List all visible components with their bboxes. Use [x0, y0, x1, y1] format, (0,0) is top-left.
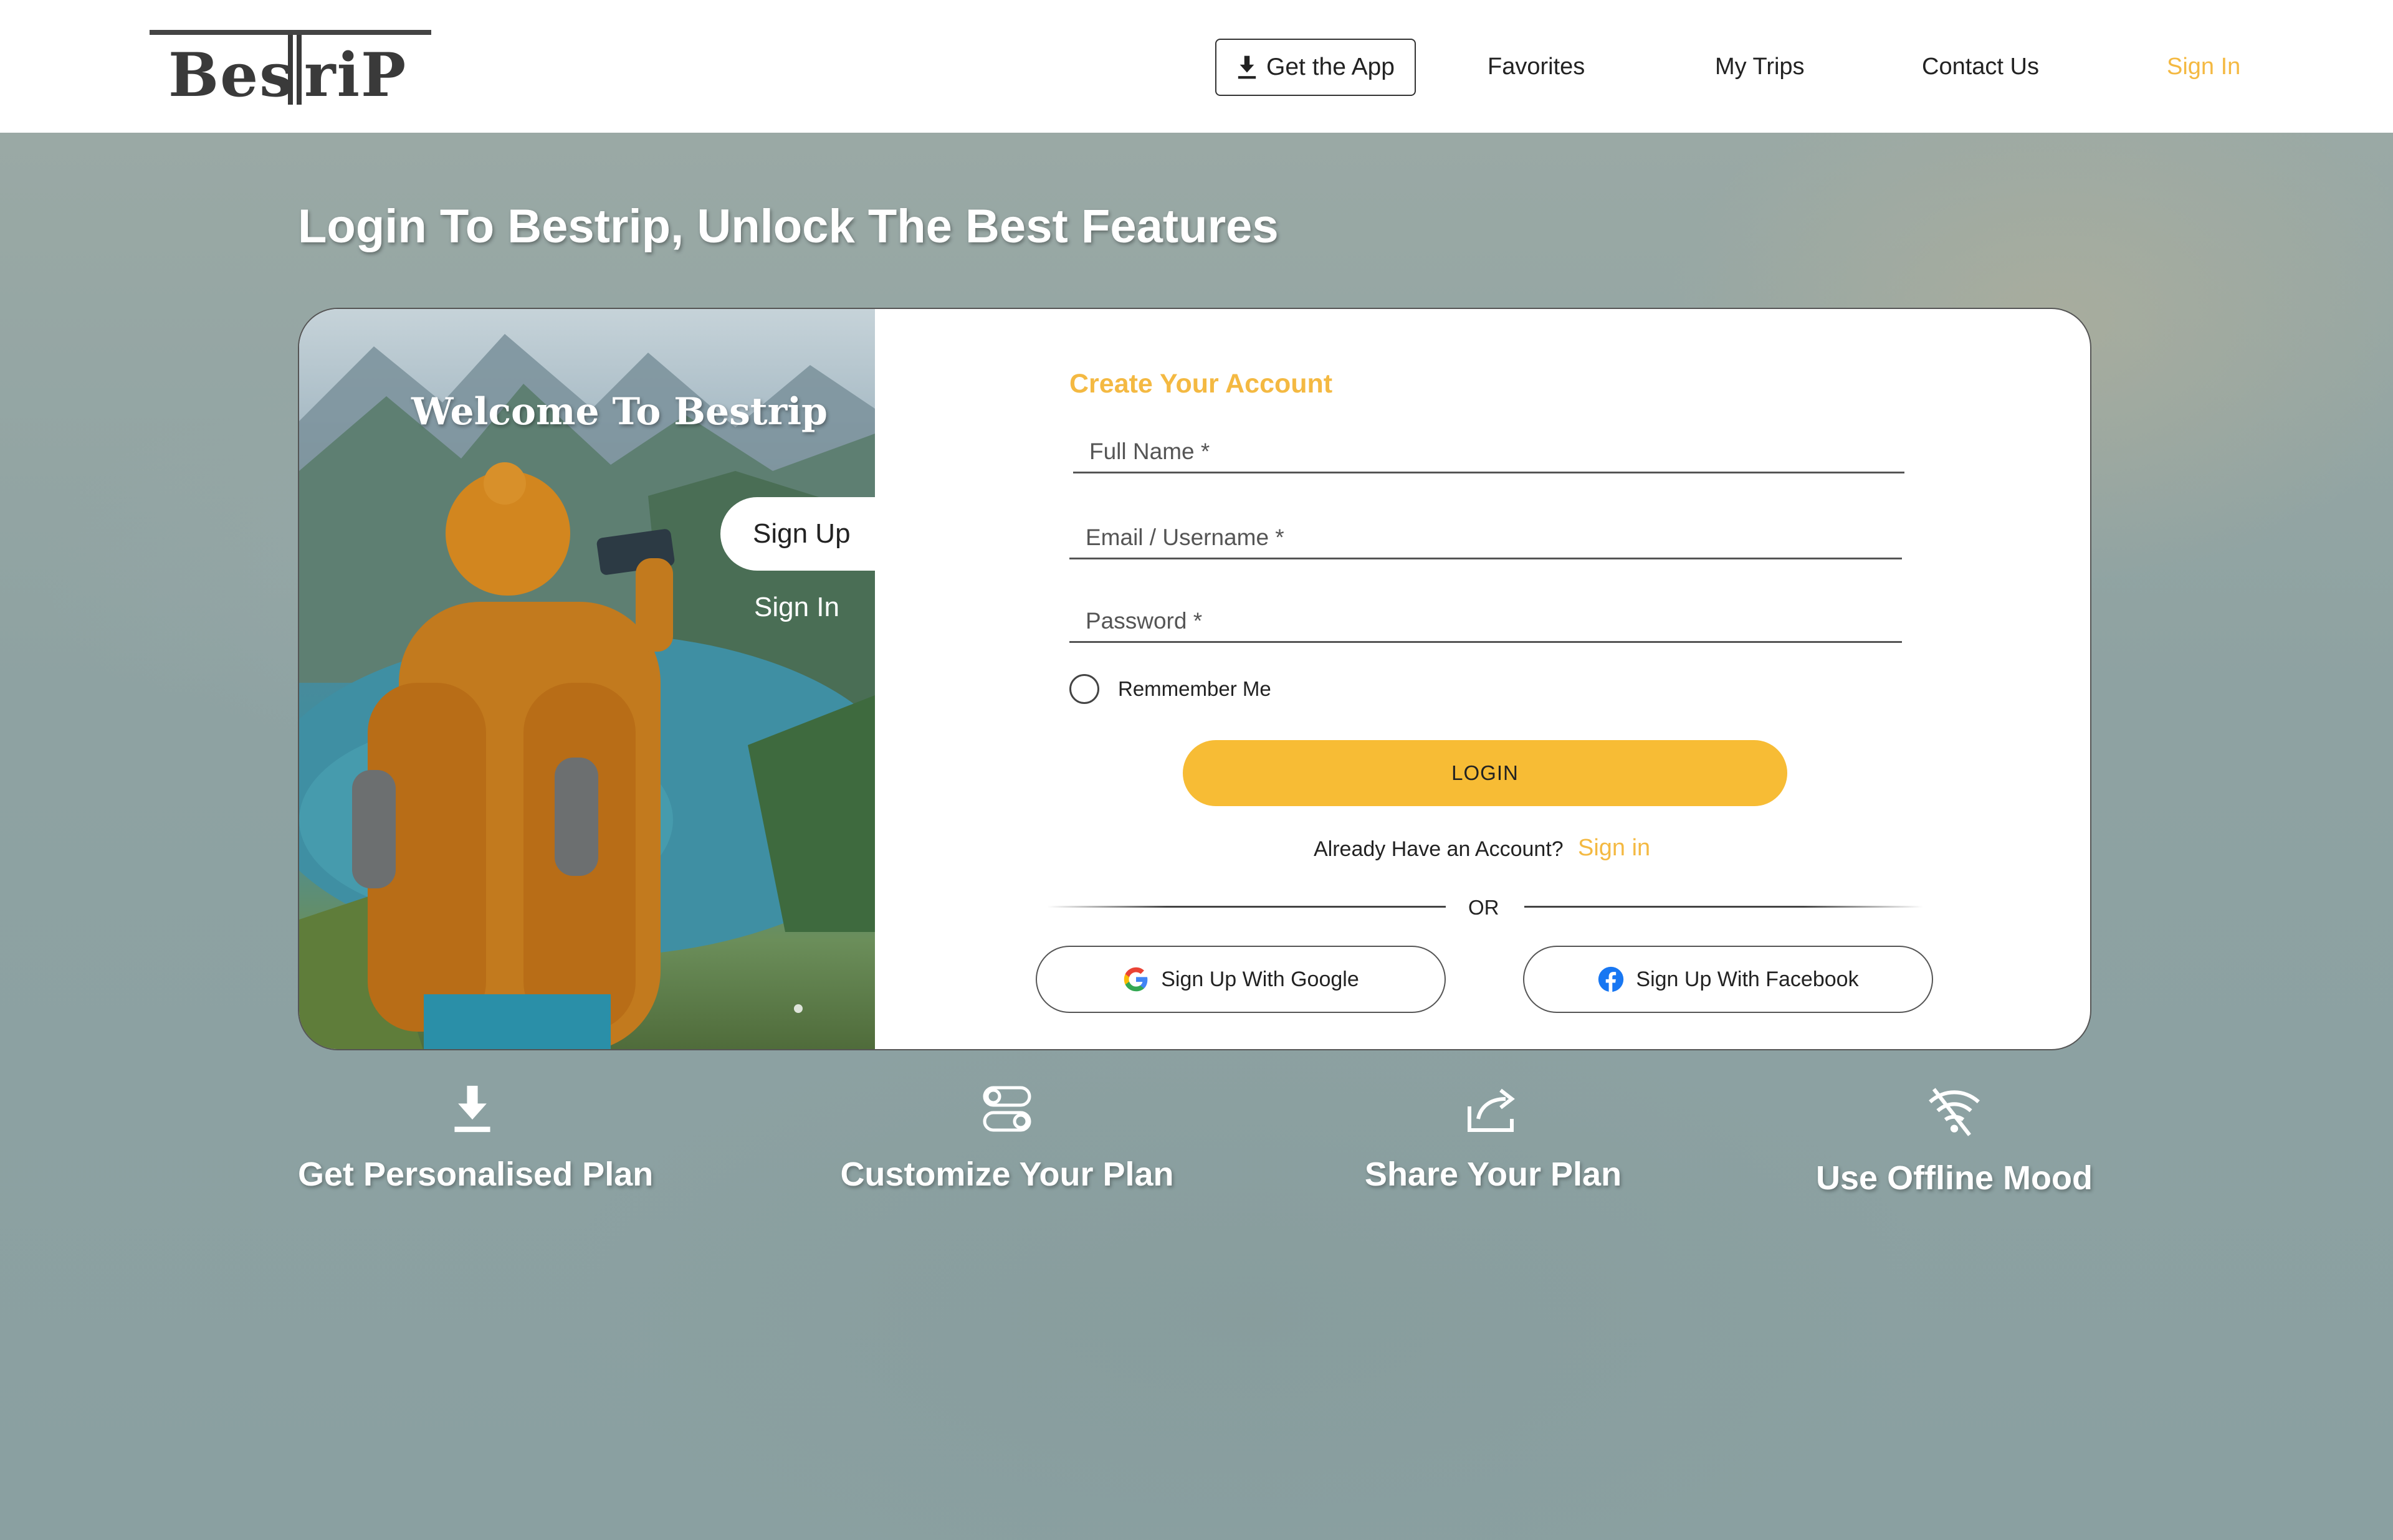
bestrip-logo[interactable]: Bes riP: [150, 30, 431, 110]
sign-in-link[interactable]: Sign in: [1578, 835, 1650, 862]
remember-me: Remmember Me: [1069, 674, 1271, 704]
google-icon: [1124, 967, 1148, 992]
wifi-off-icon: [1929, 1088, 1980, 1136]
or-label: OR: [1468, 896, 1499, 919]
google-signup-label: Sign Up With Google: [1161, 967, 1359, 991]
auth-card: Welcome To Bestrip Sign Up Sign In Creat…: [298, 308, 2091, 1050]
feature-personalised-plan: Get Personalised Plan: [298, 1084, 654, 1194]
hiker-photo: Welcome To Bestrip Sign Up Sign In: [299, 309, 875, 1049]
nav-favorites[interactable]: Favorites: [1488, 54, 1585, 80]
feature-customize-plan: Customize Your Plan: [839, 1084, 1175, 1194]
email-input[interactable]: [1069, 510, 1902, 558]
logo-bar: [150, 30, 431, 35]
form-title: Create Your Account: [1069, 369, 1333, 399]
share-icon: [1468, 1088, 1515, 1132]
facebook-signup-button[interactable]: Sign Up With Facebook: [1523, 946, 1933, 1013]
carousel-dot[interactable]: [794, 1004, 803, 1013]
google-signup-button[interactable]: Sign Up With Google: [1036, 946, 1446, 1013]
feature-label: Get Personalised Plan: [298, 1156, 654, 1193]
feature-label: Use Offline Mood: [1816, 1159, 2093, 1197]
facebook-icon: [1598, 966, 1624, 992]
divider-right: [1524, 906, 1923, 908]
logo-pillar: [297, 35, 302, 105]
logo-text-left: Bes: [168, 40, 295, 110]
password-field: [1069, 593, 1902, 643]
welcome-heading: Welcome To Bestrip: [411, 390, 828, 434]
full-name-field: [1073, 424, 1904, 473]
feature-offline-mood: Use Offline Mood: [1811, 1084, 2098, 1197]
divider-left: [1047, 906, 1446, 908]
logo-pillar: [288, 35, 293, 105]
download-icon: [454, 1085, 490, 1133]
tab-sign-up[interactable]: Sign Up: [720, 497, 875, 571]
nav-contact-us[interactable]: Contact Us: [1922, 54, 2039, 80]
remember-me-label: Remmember Me: [1118, 677, 1271, 700]
nav-sign-in[interactable]: Sign In: [2167, 54, 2240, 80]
tab-sign-in[interactable]: Sign In: [754, 592, 839, 623]
download-icon: [1238, 55, 1256, 79]
feature-share-plan: Share Your Plan: [1362, 1084, 1624, 1194]
logo-text-right: riP: [304, 40, 408, 110]
remember-me-radio[interactable]: [1069, 674, 1099, 704]
site-header: Bes riP Get the App Favorites My Trips C…: [0, 0, 2393, 133]
login-button[interactable]: LOGIN: [1183, 740, 1787, 806]
page-title: Login To Bestrip, Unlock The Best Featur…: [298, 200, 1279, 253]
toggle-icon: [983, 1086, 1031, 1132]
already-account-text: Already Have an Account?: [1314, 837, 1564, 861]
feature-label: Share Your Plan: [1364, 1156, 1622, 1193]
password-input[interactable]: [1069, 593, 1902, 641]
nav-my-trips[interactable]: My Trips: [1715, 54, 1805, 80]
full-name-input[interactable]: [1073, 424, 1904, 472]
get-app-label: Get the App: [1266, 54, 1395, 80]
feature-label: Customize Your Plan: [840, 1156, 1174, 1193]
facebook-signup-label: Sign Up With Facebook: [1636, 967, 1859, 991]
email-field: [1069, 510, 1902, 559]
get-app-button[interactable]: Get the App: [1215, 39, 1416, 96]
